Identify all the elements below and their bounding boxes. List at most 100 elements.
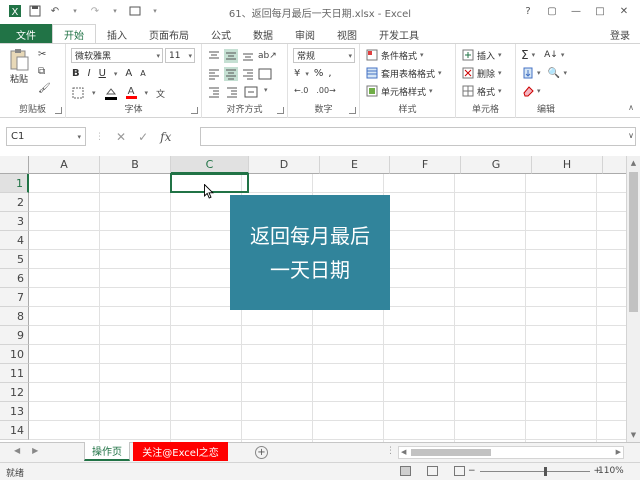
help-button[interactable]: ? bbox=[516, 2, 540, 20]
format-cells-button[interactable]: 格式 ▾ bbox=[461, 83, 502, 99]
scroll-left-icon[interactable]: ◀ bbox=[401, 448, 406, 456]
row-header-7[interactable]: 7 bbox=[0, 288, 29, 307]
row-header-13[interactable]: 13 bbox=[0, 402, 29, 421]
tab-page-layout[interactable]: 页面布局 bbox=[138, 24, 200, 44]
maximize-button[interactable]: □ bbox=[588, 2, 612, 20]
currency-icon[interactable]: ¥ bbox=[294, 68, 300, 79]
row-header-8[interactable]: 8 bbox=[0, 307, 29, 326]
chevron-down-icon[interactable]: ▾ bbox=[114, 70, 118, 78]
formula-input[interactable] bbox=[200, 127, 636, 146]
title-text-box[interactable]: 返回每月最后 一天日期 bbox=[230, 195, 390, 310]
row-header-12[interactable]: 12 bbox=[0, 383, 29, 402]
row-header-5[interactable]: 5 bbox=[0, 250, 29, 269]
wrap-text-icon[interactable] bbox=[258, 67, 272, 81]
chevron-down-icon[interactable]: ▾ bbox=[305, 70, 309, 78]
insert-function-button[interactable]: fx bbox=[160, 130, 171, 144]
next-sheet-icon[interactable]: ▶ bbox=[32, 446, 38, 455]
grow-font-button[interactable]: A bbox=[125, 68, 132, 79]
decrease-decimal-icon[interactable]: .00→ bbox=[316, 86, 335, 95]
column-header-c[interactable]: C bbox=[171, 156, 249, 174]
scroll-right-icon[interactable]: ▶ bbox=[616, 448, 621, 456]
name-box[interactable]: C1 ▾ bbox=[6, 127, 86, 146]
row-header-3[interactable]: 3 bbox=[0, 212, 29, 231]
zoom-level[interactable]: 110% bbox=[598, 466, 628, 476]
delete-cells-button[interactable]: 删除 ▾ bbox=[461, 65, 502, 81]
border-icon[interactable] bbox=[72, 87, 84, 99]
minimize-button[interactable]: — bbox=[564, 2, 588, 20]
underline-button[interactable]: U bbox=[99, 68, 106, 79]
tab-data[interactable]: 数据 bbox=[242, 24, 284, 44]
ribbon-display-button[interactable]: ▢ bbox=[540, 2, 564, 20]
align-center-icon[interactable] bbox=[224, 67, 238, 81]
comma-button[interactable]: , bbox=[328, 68, 331, 79]
tab-formulas[interactable]: 公式 bbox=[200, 24, 242, 44]
chevron-down-icon[interactable]: ▾ bbox=[145, 89, 149, 97]
row-header-4[interactable]: 4 bbox=[0, 231, 29, 250]
column-header-e[interactable]: E bbox=[320, 156, 390, 174]
number-format-select[interactable]: 常规 ▾ bbox=[293, 48, 355, 63]
format-painter-icon[interactable]: 🖌 bbox=[38, 83, 51, 94]
cell-styles-button[interactable]: 单元格样式 ▾ bbox=[365, 83, 433, 99]
row-header-11[interactable]: 11 bbox=[0, 364, 29, 383]
row-header-6[interactable]: 6 bbox=[0, 269, 29, 288]
chevron-down-icon[interactable]: ▾ bbox=[264, 86, 268, 98]
percent-button[interactable]: % bbox=[314, 68, 324, 79]
scroll-up-icon[interactable]: ▲ bbox=[627, 156, 640, 170]
align-top-icon[interactable] bbox=[208, 49, 220, 63]
paste-button[interactable]: 粘贴 bbox=[6, 48, 32, 85]
cut-icon[interactable]: ✂ bbox=[38, 49, 46, 60]
chevron-down-icon[interactable]: ▾ bbox=[92, 89, 96, 97]
copy-icon[interactable]: ⧉ bbox=[38, 66, 45, 77]
tab-home[interactable]: 开始 bbox=[52, 24, 96, 44]
merge-center-icon[interactable] bbox=[244, 86, 258, 98]
close-button[interactable]: ✕ bbox=[612, 2, 636, 20]
zoom-out-button[interactable]: − bbox=[468, 466, 476, 476]
conditional-format-button[interactable]: 条件格式 ▾ bbox=[365, 47, 424, 63]
row-header-1[interactable]: 1 bbox=[0, 174, 29, 193]
font-name-select[interactable]: 微软雅黑 ▾ bbox=[71, 48, 163, 63]
clipboard-launcher-icon[interactable] bbox=[55, 107, 62, 114]
column-header-g[interactable]: G bbox=[461, 156, 532, 174]
row-header-9[interactable]: 9 bbox=[0, 326, 29, 345]
format-as-table-button[interactable]: 套用表格格式 ▾ bbox=[365, 65, 442, 81]
select-all-button[interactable] bbox=[0, 156, 29, 174]
zoom-slider-knob[interactable] bbox=[543, 466, 547, 476]
sheet-tab-active[interactable]: 操作页 bbox=[84, 442, 130, 461]
align-right-icon[interactable] bbox=[242, 67, 254, 81]
row-header-14[interactable]: 14 bbox=[0, 421, 29, 440]
number-launcher-icon[interactable] bbox=[349, 107, 356, 114]
tab-insert[interactable]: 插入 bbox=[96, 24, 138, 44]
align-left-icon[interactable] bbox=[208, 67, 220, 81]
increase-indent-icon[interactable] bbox=[226, 86, 238, 98]
login-link[interactable]: 登录 bbox=[610, 27, 630, 42]
tab-review[interactable]: 审阅 bbox=[284, 24, 326, 44]
vertical-scroll-thumb[interactable] bbox=[629, 172, 638, 312]
column-header-b[interactable]: B bbox=[100, 156, 171, 174]
phonetic-icon[interactable]: 文 bbox=[156, 87, 165, 100]
alignment-launcher-icon[interactable] bbox=[277, 107, 284, 114]
row-header-2[interactable]: 2 bbox=[0, 193, 29, 212]
font-color-button[interactable]: A bbox=[125, 87, 137, 99]
column-header-a[interactable]: A bbox=[29, 156, 100, 174]
tab-split-grip-icon[interactable]: ⋮ bbox=[386, 446, 395, 456]
bold-button[interactable]: B bbox=[72, 68, 80, 79]
find-select-icon[interactable]: 🔍 bbox=[548, 67, 561, 80]
fill-color-icon[interactable] bbox=[104, 86, 118, 100]
column-header-f[interactable]: F bbox=[390, 156, 461, 174]
insert-cells-button[interactable]: 插入 ▾ bbox=[461, 47, 502, 63]
autosum-button[interactable]: Σ ▾ A↓ ▾ bbox=[521, 47, 564, 63]
fill-button[interactable]: ▾ 🔍 ▾ bbox=[521, 65, 567, 81]
horizontal-scroll-thumb[interactable] bbox=[411, 449, 491, 456]
page-break-view-icon[interactable] bbox=[454, 466, 465, 476]
enter-entry-button[interactable]: ✓ bbox=[138, 130, 148, 144]
zoom-slider[interactable] bbox=[479, 466, 590, 476]
cancel-entry-button[interactable]: ✕ bbox=[116, 130, 126, 144]
clear-button[interactable]: ▾ bbox=[521, 83, 541, 99]
column-header-h[interactable]: H bbox=[532, 156, 603, 174]
sort-filter-icon[interactable]: A↓ bbox=[544, 50, 558, 60]
new-sheet-icon[interactable]: + bbox=[255, 446, 268, 459]
align-bottom-icon[interactable] bbox=[242, 49, 254, 63]
tab-file[interactable]: 文件 bbox=[0, 24, 52, 44]
tab-developer[interactable]: 开发工具 bbox=[368, 24, 430, 44]
row-header-10[interactable]: 10 bbox=[0, 345, 29, 364]
